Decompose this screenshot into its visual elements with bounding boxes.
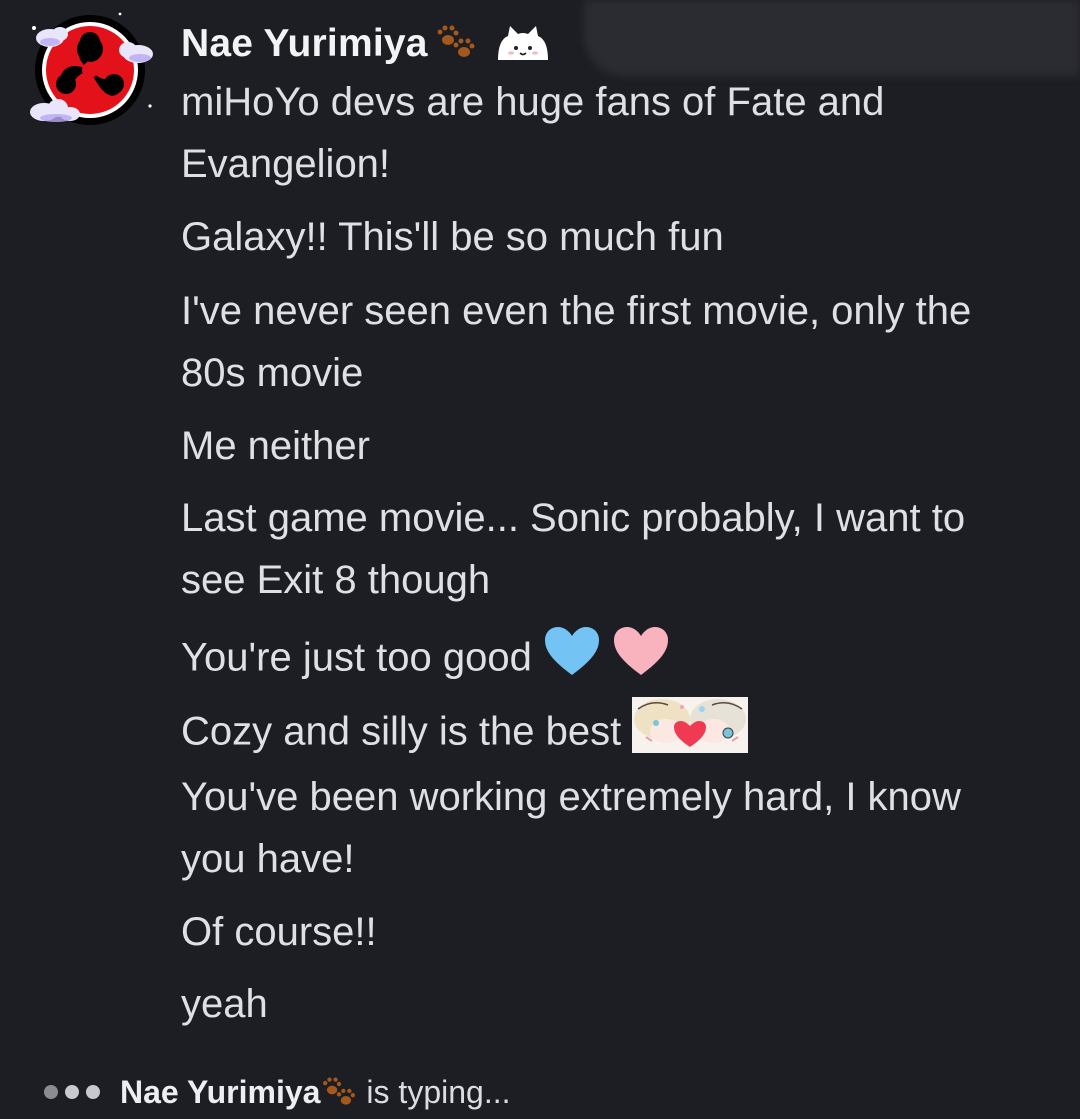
white-cat-icon <box>494 24 552 64</box>
message-text: miHoYo devs are huge fans of Fate and <box>181 80 885 124</box>
typing-dots-icon <box>44 1085 100 1099</box>
paw-prints-icon <box>434 18 478 62</box>
message-with-hearts: You're just too good <box>181 627 670 691</box>
redacted-area <box>584 0 1080 76</box>
message-text: Me neither <box>181 424 370 468</box>
message-text: Cozy and silly is the best <box>181 709 622 754</box>
typing-indicator: Nae Yurimiya is typing... <box>44 1068 510 1116</box>
message-header: Nae Yurimiya <box>181 18 552 70</box>
pink-heart-icon <box>612 625 670 687</box>
typing-username: Nae Yurimiya <box>120 1073 321 1110</box>
tomoe-avatar-icon <box>30 12 153 125</box>
message-text: 80s movie <box>181 351 364 395</box>
paw-prints-icon <box>320 1071 358 1109</box>
blue-heart-icon <box>543 625 601 687</box>
message-text: Galaxy!! This'll be so much fun <box>181 215 724 259</box>
message-text: yeah <box>181 982 268 1026</box>
avatar[interactable] <box>28 8 158 130</box>
anime-hug-sticker-icon <box>632 697 749 763</box>
message-text: see Exit 8 though <box>181 558 491 602</box>
message-text: You're just too good <box>181 635 532 680</box>
message-text: you have! <box>181 837 355 881</box>
message-text: I've never seen even the first movie, on… <box>181 289 972 333</box>
typing-status-text: is typing... <box>366 1073 511 1110</box>
message-text: Of course!! <box>181 910 377 954</box>
message-text: You've been working extremely hard, I kn… <box>181 775 961 819</box>
message-with-sticker: Cozy and silly is the best <box>181 697 749 767</box>
message-text: Evangelion! <box>181 142 391 186</box>
message-text: Last game movie... Sonic probably, I wan… <box>181 496 966 540</box>
author-username[interactable]: Nae Yurimiya <box>181 22 428 66</box>
